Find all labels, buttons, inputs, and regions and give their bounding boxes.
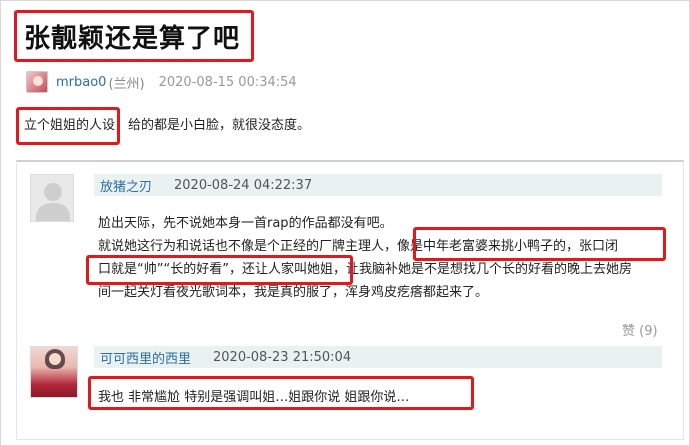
highlight-box-reply-b	[86, 255, 353, 285]
post-author-row: mrbao0 (兰州) 2020-08-15 00:34:54	[26, 70, 297, 94]
reply-header: 放猪之刃 2020-08-24 04:22:37	[94, 174, 662, 196]
reply-timestamp: 2020-08-24 04:22:37	[174, 177, 313, 193]
highlight-box-title	[14, 10, 254, 62]
author-name-link[interactable]: mrbao0	[56, 75, 106, 90]
post-body-rest: ，给的都是小白脸，就很没态度。	[115, 118, 311, 133]
reply-user-link[interactable]: 放猪之刃	[100, 176, 152, 195]
author-location: (兰州)	[108, 76, 145, 92]
reply-user-link[interactable]: 可可西里的西里	[100, 348, 191, 367]
post-timestamp: 2020-08-15 00:34:54	[158, 74, 297, 90]
like-button[interactable]: 赞 (9)	[622, 320, 658, 339]
highlight-box-reply-c	[88, 376, 474, 410]
avatar[interactable]	[26, 71, 48, 93]
highlight-box-body	[16, 107, 120, 145]
avatar[interactable]	[30, 346, 78, 398]
default-avatar-icon[interactable]	[30, 174, 74, 222]
reply-line: 尬出天际，先不说她本身一首rap的作品都没有吧。	[98, 216, 393, 231]
reply-header: 可可西里的西里 2020-08-23 21:50:04	[94, 346, 662, 368]
highlight-box-reply-a	[413, 227, 666, 261]
reply-timestamp: 2020-08-23 21:50:04	[213, 349, 352, 365]
